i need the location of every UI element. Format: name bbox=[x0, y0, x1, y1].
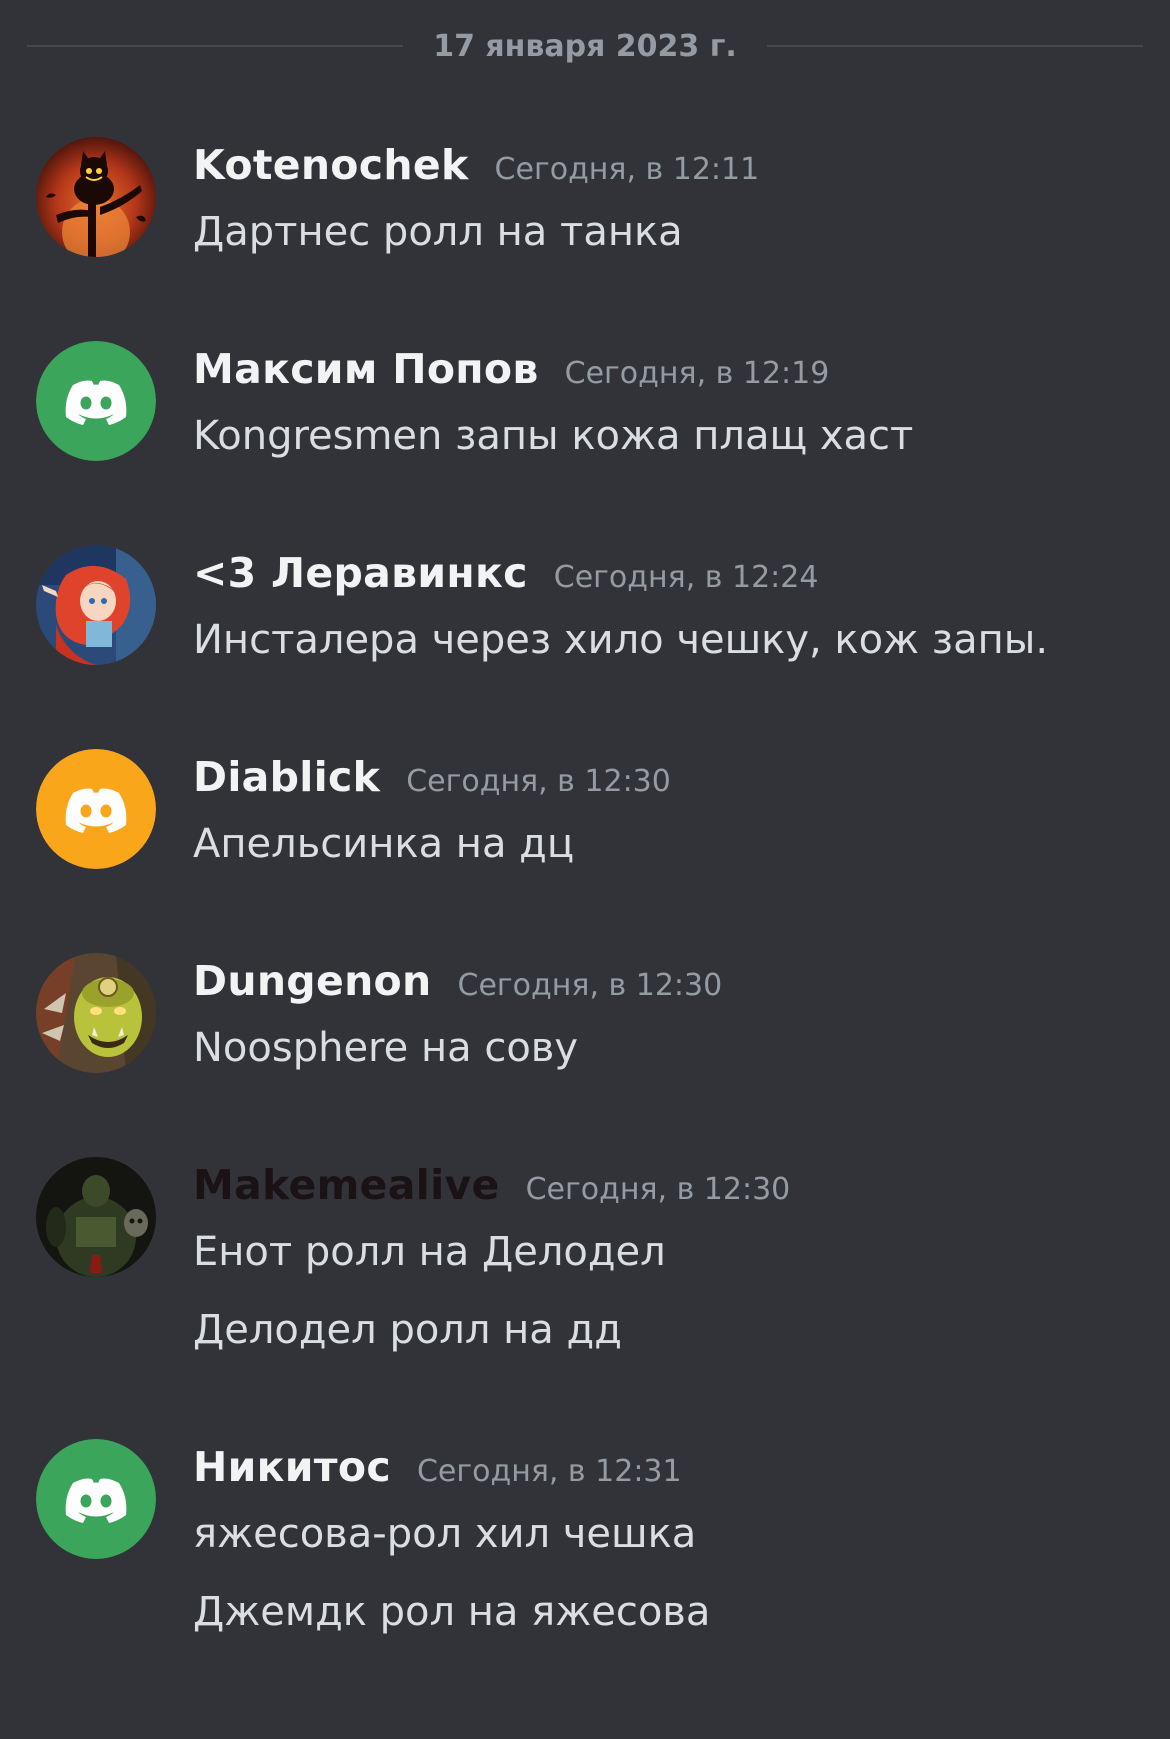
avatar-orc[interactable] bbox=[36, 953, 156, 1073]
message-text: Noosphere на сову bbox=[193, 1025, 579, 1071]
avatar-discord-default[interactable] bbox=[36, 749, 156, 869]
discord-logo-icon bbox=[36, 341, 156, 461]
message-header: Dungenon Сегодня, в 12:30 bbox=[193, 957, 722, 1005]
message-text: яжесова-рол хил чешка bbox=[193, 1511, 697, 1557]
username[interactable]: Максим Попов bbox=[193, 345, 539, 393]
username[interactable]: <3 Леравинкс bbox=[193, 549, 528, 597]
date-label: 17 января 2023 г. bbox=[433, 28, 737, 64]
date-divider: 17 января 2023 г. bbox=[27, 26, 1144, 66]
message-text: Kongresmen запы кожа плащ хаст bbox=[193, 413, 914, 459]
message-header: Максим Попов Сегодня, в 12:19 bbox=[193, 345, 829, 393]
discord-logo-icon bbox=[36, 749, 156, 869]
avatar-discord-default[interactable] bbox=[36, 341, 156, 461]
message-header: Makemealive Сегодня, в 12:30 bbox=[193, 1161, 790, 1209]
message-text: Делодел ролл на дд bbox=[193, 1307, 622, 1353]
username[interactable]: Kotenochek bbox=[193, 141, 469, 189]
discord-logo-icon bbox=[36, 1439, 156, 1559]
divider-line-left bbox=[27, 45, 404, 47]
message-text: Инсталера через хило чешку, кож запы. bbox=[193, 617, 1049, 663]
username[interactable]: Makemealive bbox=[193, 1161, 500, 1209]
divider-line-right bbox=[766, 45, 1144, 47]
avatar-anime-girl[interactable] bbox=[36, 545, 156, 665]
username[interactable]: Diablick bbox=[193, 753, 380, 801]
message-text: Апельсинка на дц bbox=[193, 821, 575, 867]
message-header: <3 Леравинкс Сегодня, в 12:24 bbox=[193, 549, 818, 597]
avatar-cat-silhouette[interactable] bbox=[36, 137, 156, 257]
anime-girl-icon bbox=[36, 545, 156, 665]
message-text: Дартнес ролл на танка bbox=[193, 209, 683, 255]
timestamp: Сегодня, в 12:24 bbox=[553, 560, 819, 595]
username[interactable]: Dungenon bbox=[193, 957, 432, 1005]
timestamp: Сегодня, в 12:19 bbox=[564, 356, 830, 391]
message-text: Джемдк рол на яжесова bbox=[193, 1589, 711, 1635]
message-header: Kotenochek Сегодня, в 12:11 bbox=[193, 141, 759, 189]
orc-face-icon bbox=[36, 953, 156, 1073]
timestamp: Сегодня, в 12:30 bbox=[406, 764, 671, 799]
avatar-dark-warrior[interactable] bbox=[36, 1157, 156, 1277]
dark-warrior-icon bbox=[36, 1157, 156, 1277]
message-text: Енот ролл на Делодел bbox=[193, 1229, 666, 1275]
timestamp: Сегодня, в 12:11 bbox=[494, 152, 760, 187]
username[interactable]: Никитос bbox=[193, 1443, 391, 1491]
avatar-discord-default[interactable] bbox=[36, 1439, 156, 1559]
cat-silhouette-icon bbox=[36, 137, 156, 257]
timestamp: Сегодня, в 12:31 bbox=[416, 1454, 682, 1489]
timestamp: Сегодня, в 12:30 bbox=[457, 968, 723, 1003]
timestamp: Сегодня, в 12:30 bbox=[525, 1172, 791, 1207]
message-header: Никитос Сегодня, в 12:31 bbox=[193, 1443, 682, 1491]
message-header: Diablick Сегодня, в 12:30 bbox=[193, 753, 671, 801]
